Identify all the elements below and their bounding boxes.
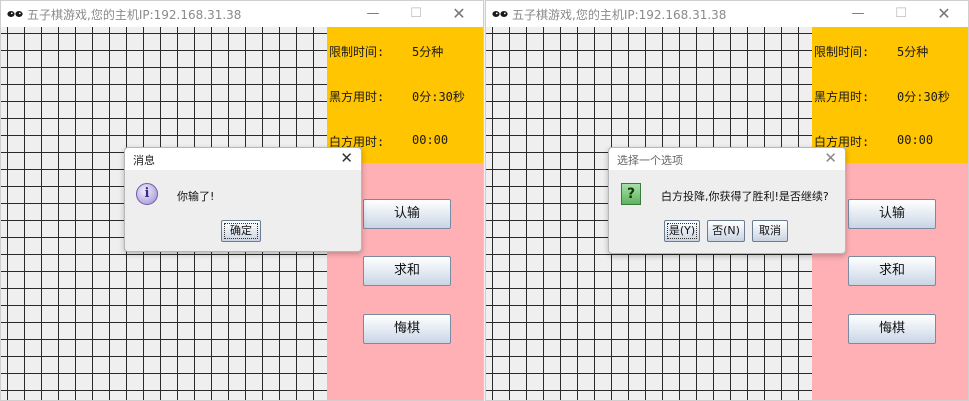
black-time-row: 黑方用时: 0分:30秒: [327, 88, 483, 108]
limit-time-row: 限制时间: 5分种: [812, 43, 968, 63]
app-logo-icon: [7, 11, 23, 17]
limit-time-value: 5分种: [412, 45, 444, 59]
undo-button[interactable]: 悔棋: [848, 314, 936, 344]
undo-button[interactable]: 悔棋: [363, 314, 451, 344]
dialog-title-bar: 消息 ✕: [125, 148, 361, 170]
time-info-panel: 限制时间: 5分种 黑方用时: 0分:30秒 白方用时: 00:00: [812, 27, 968, 163]
game-window-right: 五子棋游戏,您的主机IP:192.168.31.38 — ☐ ✕ 限制时间: 5…: [485, 0, 969, 401]
time-info-panel: 限制时间: 5分种 黑方用时: 0分:30秒 白方用时: 00:00: [327, 27, 483, 163]
maximize-button[interactable]: ☐: [887, 3, 915, 25]
minimize-button[interactable]: —: [359, 3, 387, 25]
dialog-message: 白方投降,你获得了胜利!是否继续?: [661, 190, 829, 203]
game-window-left: 五子棋游戏,您的主机IP:192.168.31.38 — ☐ ✕ 限制时间: 5…: [0, 0, 484, 401]
option-dialog: 选择一个选项 ✕ ? 白方投降,你获得了胜利!是否继续? 是(Y) 否(N) 取…: [608, 147, 846, 254]
black-time-label: 黑方用时:: [814, 90, 870, 104]
title-bar: 五子棋游戏,您的主机IP:192.168.31.38 — ☐ ✕: [486, 1, 968, 27]
no-button[interactable]: 否(N): [707, 220, 745, 242]
app-logo-icon: [492, 11, 508, 17]
surrender-button[interactable]: 认输: [848, 199, 936, 229]
information-icon: i: [136, 183, 158, 205]
dialog-message: 你输了!: [177, 190, 215, 203]
title-bar: 五子棋游戏,您的主机IP:192.168.31.38 — ☐ ✕: [1, 1, 483, 27]
draw-button[interactable]: 求和: [848, 256, 936, 286]
black-time-value: 0分:30秒: [897, 90, 950, 104]
dialog-close-button[interactable]: ✕: [824, 149, 837, 167]
black-time-row: 黑方用时: 0分:30秒: [812, 88, 968, 108]
close-button[interactable]: ✕: [445, 3, 473, 25]
window-title: 五子棋游戏,您的主机IP:192.168.31.38: [512, 8, 727, 22]
black-time-value: 0分:30秒: [412, 90, 465, 104]
limit-time-label: 限制时间:: [814, 45, 870, 59]
dialog-title-bar: 选择一个选项 ✕: [609, 148, 845, 170]
white-time-value: 00:00: [897, 133, 934, 147]
dialog-close-button[interactable]: ✕: [340, 149, 353, 167]
limit-time-value: 5分种: [897, 45, 929, 59]
window-title: 五子棋游戏,您的主机IP:192.168.31.38: [27, 8, 242, 22]
white-time-value: 00:00: [412, 133, 449, 147]
black-time-label: 黑方用时:: [329, 90, 385, 104]
limit-time-label: 限制时间:: [329, 45, 385, 59]
close-button[interactable]: ✕: [930, 3, 958, 25]
question-icon: ?: [621, 183, 641, 205]
draw-button[interactable]: 求和: [363, 256, 451, 286]
surrender-button[interactable]: 认输: [363, 199, 451, 229]
dialog-title: 选择一个选项: [617, 154, 683, 167]
dialog-title: 消息: [133, 154, 155, 167]
limit-time-row: 限制时间: 5分种: [327, 43, 483, 63]
ok-button[interactable]: 确定: [221, 220, 261, 242]
maximize-button[interactable]: ☐: [402, 3, 430, 25]
minimize-button[interactable]: —: [844, 3, 872, 25]
yes-button[interactable]: 是(Y): [664, 220, 700, 242]
lose-message-dialog: 消息 ✕ i 你输了! 确定: [124, 147, 362, 252]
cancel-button[interactable]: 取消: [752, 220, 788, 242]
